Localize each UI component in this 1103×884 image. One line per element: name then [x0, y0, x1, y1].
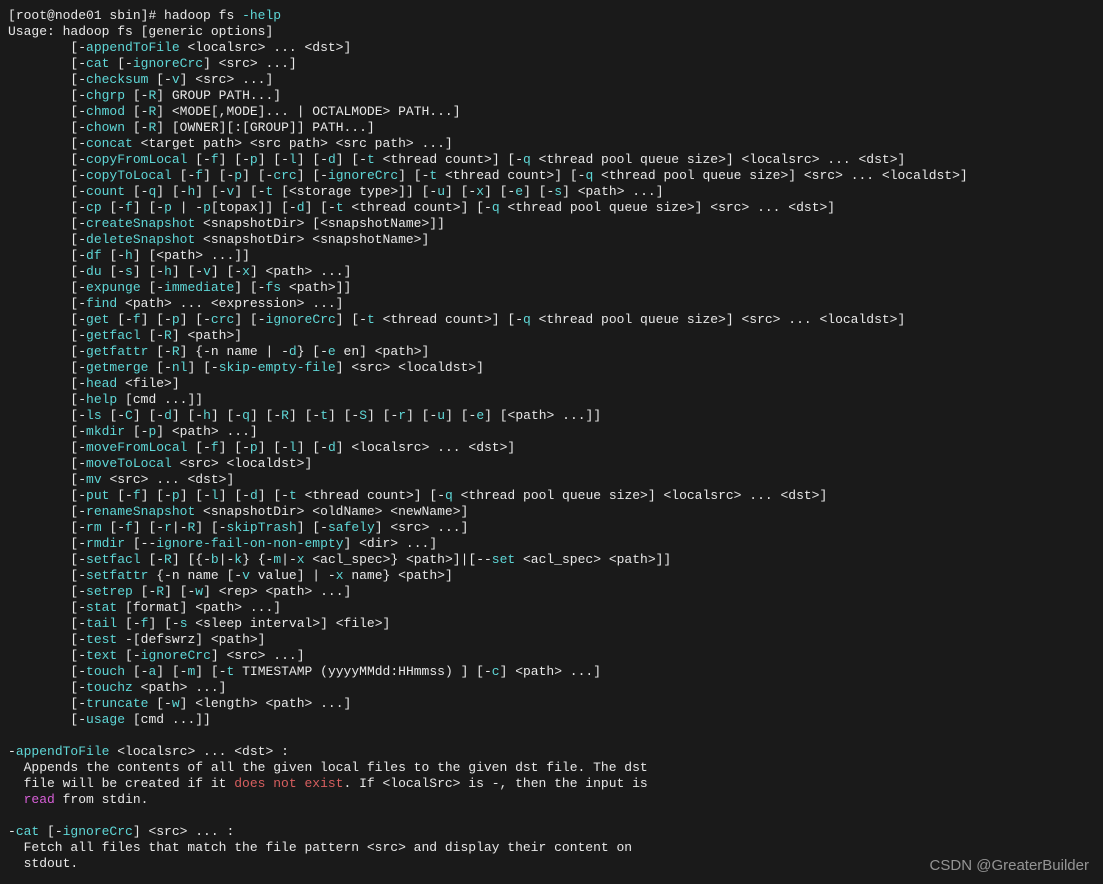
watermark: CSDN @GreaterBuilder — [930, 858, 1089, 874]
terminal-output[interactable]: [root@node01 sbin]# hadoop fs -help Usag… — [8, 8, 1095, 872]
